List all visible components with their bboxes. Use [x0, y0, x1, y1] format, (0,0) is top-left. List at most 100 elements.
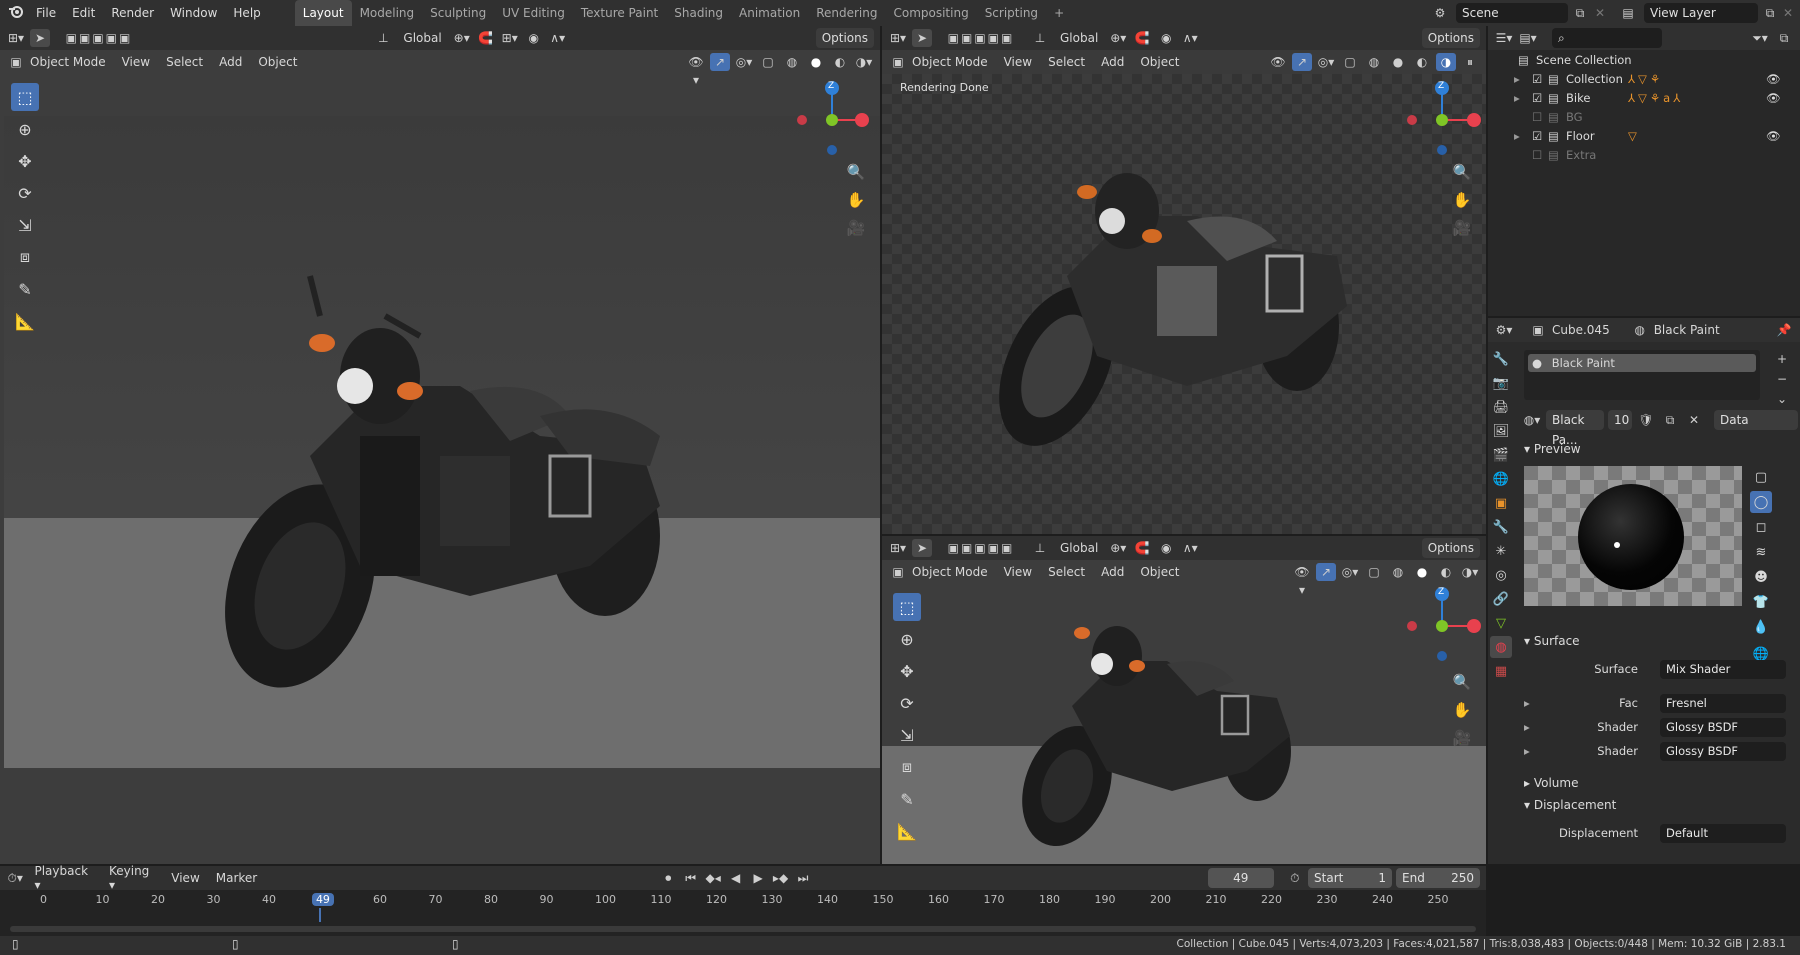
outliner-search-input[interactable]: ⌕: [1552, 28, 1662, 48]
view-layer-field[interactable]: View Layer: [1644, 3, 1758, 23]
modifier-tab-icon[interactable]: 🔧: [1490, 516, 1512, 538]
menu-view[interactable]: View: [165, 871, 205, 885]
fake-user-icon[interactable]: 🛡: [1636, 411, 1656, 429]
visibility-icon[interactable]: 👁▾: [686, 53, 706, 87]
pivot-icon[interactable]: ⊕▾: [452, 29, 472, 47]
eye-icon[interactable]: 👁: [1766, 72, 1781, 86]
outliner-item-bg[interactable]: ☐ ▤ BG: [1514, 107, 1794, 126]
section-volume[interactable]: ▸ Volume: [1524, 776, 1578, 790]
duplicate-material-icon[interactable]: ⧉: [1660, 411, 1680, 429]
pin-icon[interactable]: 📌: [1774, 321, 1794, 339]
camera-view-icon[interactable]: 🎥: [844, 216, 868, 240]
new-collection-icon[interactable]: ⧉: [1774, 29, 1794, 47]
preview-cube-icon[interactable]: ◻: [1750, 516, 1772, 538]
expand-arrow-icon[interactable]: ▸: [1514, 72, 1532, 86]
falloff-icon[interactable]: ∧▾: [1180, 29, 1200, 47]
preview-flat-icon[interactable]: ▢: [1750, 466, 1772, 488]
object-mode-icon[interactable]: ▣: [888, 53, 908, 71]
snap-icon[interactable]: 🧲: [476, 29, 496, 47]
outliner-item-collection[interactable]: ▸ ☑ ▤ Collection ⅄▽⚘ 👁: [1514, 69, 1794, 88]
snap-target-icon[interactable]: ⊞▾: [500, 29, 520, 47]
snap-icon[interactable]: 🧲: [1132, 29, 1152, 47]
menu-window[interactable]: Window: [162, 0, 225, 26]
users-count[interactable]: 10: [1608, 410, 1632, 430]
timeline-scrollbar[interactable]: [10, 926, 1476, 932]
shader-1-dropdown[interactable]: Glossy BSDF: [1660, 718, 1786, 737]
orientation-dropdown[interactable]: Global: [397, 31, 447, 45]
checkbox-icon[interactable]: ☑: [1532, 91, 1548, 105]
world-tab-icon[interactable]: 🌐: [1490, 468, 1512, 490]
camera-view-icon[interactable]: 🎥: [1450, 216, 1474, 240]
rotate-tool[interactable]: ⟳: [11, 179, 39, 207]
new-view-layer-icon[interactable]: ⧉: [1760, 4, 1780, 22]
current-frame-field[interactable]: 49: [1208, 868, 1274, 888]
solid-shading-icon[interactable]: ●: [1412, 563, 1432, 581]
blender-logo-icon[interactable]: [4, 4, 28, 22]
editor-type-icon[interactable]: ⊞▾: [888, 29, 908, 47]
jump-end-icon[interactable]: ⏭: [794, 869, 812, 887]
rendered-motorcycle[interactable]: [977, 126, 1397, 476]
visibility-icon[interactable]: 👁▾: [1292, 563, 1312, 597]
nav-gizmo[interactable]: Z: [790, 80, 870, 160]
material-name-field[interactable]: Black Pa...: [1546, 410, 1604, 447]
checkbox-icon[interactable]: ☑: [1532, 72, 1548, 86]
zoom-icon[interactable]: 🔍: [1450, 160, 1474, 184]
preview-monkey-icon[interactable]: ☻: [1750, 566, 1772, 588]
zoom-icon[interactable]: 🔍: [1450, 670, 1474, 694]
xray-icon[interactable]: ▢: [1364, 563, 1384, 581]
pan-hand-icon[interactable]: ✋: [1450, 188, 1474, 212]
filter-icon[interactable]: ⏷▾: [1750, 29, 1770, 47]
shader-2-dropdown[interactable]: Glossy BSDF: [1660, 742, 1786, 761]
object-mode-icon[interactable]: ▣: [888, 563, 908, 581]
gizmo-toggle-icon[interactable]: ↗: [1292, 53, 1312, 71]
tab-shading[interactable]: Shading: [666, 0, 731, 26]
mode-dropdown[interactable]: Object Mode: [912, 565, 994, 579]
scale-tool[interactable]: ⇲: [11, 211, 39, 239]
xray-icon[interactable]: ▢: [1340, 53, 1360, 71]
overlay-icon[interactable]: ◎▾: [1340, 563, 1360, 581]
rendered-shading-icon[interactable]: ◑▾: [1460, 563, 1480, 581]
snap-icon[interactable]: 🧲: [1132, 539, 1152, 557]
transform-tool[interactable]: ⧈: [11, 243, 39, 271]
delete-view-layer-icon[interactable]: ✕: [1778, 4, 1798, 22]
rendered-shading-icon[interactable]: ◑▾: [854, 53, 874, 71]
pivot-icon[interactable]: ⊕▾: [1108, 539, 1128, 557]
select-mode-icons[interactable]: ▣▣▣▣▣: [54, 29, 144, 47]
menu-add[interactable]: Add: [1095, 55, 1130, 69]
outliner-item-bike[interactable]: ▸ ☑ ▤ Bike ⅄▽⚘a⅄ 👁: [1514, 88, 1794, 107]
prev-keyframe-icon[interactable]: ◆◂: [704, 869, 722, 887]
proportional-edit-icon[interactable]: ◉: [524, 29, 544, 47]
remove-slot-icon[interactable]: −: [1772, 370, 1792, 388]
overlay-icon[interactable]: ◎▾: [734, 53, 754, 71]
new-scene-icon[interactable]: ⧉: [1570, 4, 1590, 22]
viewport-rendered[interactable]: ⊞▾ ➤ ▣▣▣▣▣ ⊥ Global ⊕▾ 🧲 ◉ ∧▾ Options ▣ …: [882, 26, 1486, 534]
tab-animation[interactable]: Animation: [731, 0, 808, 26]
menu-view[interactable]: View: [998, 565, 1038, 579]
cursor-tool[interactable]: ⊕: [11, 115, 39, 143]
preview-cloth-icon[interactable]: 👕: [1750, 591, 1772, 613]
add-workspace-button[interactable]: +: [1046, 0, 1072, 26]
select-box-tool[interactable]: ⬚: [893, 593, 921, 621]
measure-tool[interactable]: 📐: [11, 307, 39, 335]
constraints-tab-icon[interactable]: 🔗: [1490, 588, 1512, 610]
material-shading-icon[interactable]: ◐: [1412, 53, 1432, 71]
tab-texture-paint[interactable]: Texture Paint: [573, 0, 666, 26]
preview-hair-icon[interactable]: ≋: [1750, 541, 1772, 563]
material-tab-icon[interactable]: ◍: [1490, 636, 1512, 658]
menu-object[interactable]: Object: [252, 55, 303, 69]
section-surface[interactable]: ▾ Surface: [1524, 634, 1580, 648]
checkbox-icon[interactable]: ☑: [1532, 129, 1548, 143]
output-tab-icon[interactable]: 🖨: [1490, 396, 1512, 418]
gizmo-toggle-icon[interactable]: ↗: [1316, 563, 1336, 581]
material-slot-list[interactable]: ● Black Paint: [1524, 350, 1760, 400]
editor-type-icon[interactable]: ⊞▾: [888, 539, 908, 557]
delete-scene-icon[interactable]: ✕: [1590, 4, 1610, 22]
xray-icon[interactable]: ▢: [758, 53, 778, 71]
menu-add[interactable]: Add: [213, 55, 248, 69]
outliner-item-extra[interactable]: ☐ ▤ Extra: [1514, 145, 1794, 164]
options-dropdown[interactable]: Options: [815, 28, 874, 48]
expand-arrow-icon[interactable]: ▸: [1524, 696, 1530, 710]
expand-arrow-icon[interactable]: ▸: [1514, 91, 1532, 105]
section-displacement[interactable]: ▾ Displacement: [1524, 798, 1616, 812]
properties-editor-icon[interactable]: ⚙▾: [1494, 321, 1514, 339]
